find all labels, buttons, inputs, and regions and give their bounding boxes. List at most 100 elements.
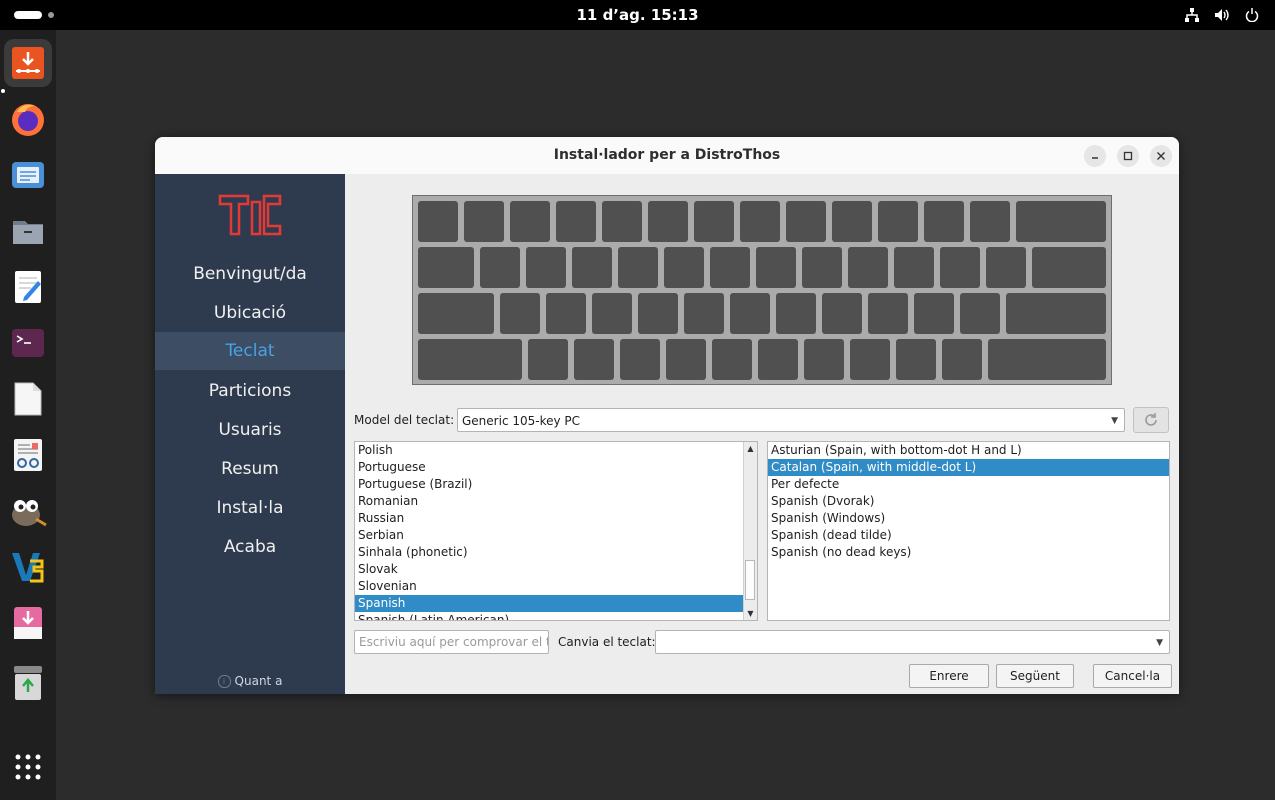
layout-item[interactable]: Romanian (355, 493, 757, 510)
keyboard-key (868, 293, 908, 334)
system-tray[interactable] (1183, 6, 1261, 24)
keyboard-key (648, 201, 688, 242)
keyboard-key (970, 201, 1010, 242)
installer-window: Instal·lador per a DistroThos Benvingut/… (155, 137, 1179, 694)
reset-model-button[interactable] (1133, 407, 1169, 433)
sidebar-item-users: Usuaris (218, 420, 282, 440)
layout-item[interactable]: Slovak (355, 561, 757, 578)
keyboard-key (776, 293, 816, 334)
variant-item[interactable]: Spanish (no dead keys) (768, 544, 1169, 561)
keyboard-page: Model del teclat: Generic 105-key PC ▼ P… (345, 174, 1179, 694)
variant-item[interactable]: Asturian (Spain, with bottom-dot H and L… (768, 442, 1169, 459)
keyboard-key (756, 247, 796, 288)
refresh-icon (1145, 413, 1157, 426)
vs-icon[interactable] (4, 543, 52, 591)
switch-keyboard-label: Canvia el teclat: (558, 635, 656, 649)
keyboard-key (832, 201, 872, 242)
keyboard-key (500, 293, 540, 334)
scroll-up-icon[interactable]: ▲ (744, 442, 757, 455)
keyboard-key (924, 201, 964, 242)
switch-keyboard-select[interactable]: ▼ (655, 630, 1170, 654)
layout-scrollbar[interactable]: ▲ ▼ (743, 442, 757, 620)
document-icon[interactable] (4, 375, 52, 423)
layout-item[interactable]: Serbian (355, 527, 757, 544)
mail-icon[interactable] (4, 151, 52, 199)
keyboard-test-input[interactable]: Escriviu aquí per comprovar el t... (354, 630, 549, 654)
dock (0, 30, 56, 800)
keyboard-key (894, 247, 934, 288)
keyboard-key (940, 247, 980, 288)
firefox-icon[interactable] (4, 95, 52, 143)
keyboard-key (822, 293, 862, 334)
trash-icon[interactable] (4, 659, 52, 707)
distro-logo (218, 192, 282, 242)
about-button[interactable]: i Quant a (155, 674, 345, 688)
keyboard-key (666, 339, 706, 380)
keyboard-key (510, 201, 550, 242)
layout-item[interactable]: Russian (355, 510, 757, 527)
keyboard-key (896, 339, 936, 380)
variant-item[interactable]: Per defecte (768, 476, 1169, 493)
close-button[interactable] (1150, 145, 1172, 167)
volume-icon[interactable] (1213, 6, 1231, 24)
keyboard-key (850, 339, 890, 380)
scroll-down-icon[interactable]: ▼ (744, 607, 757, 620)
sidebar-item-summary: Resum (221, 459, 279, 479)
installer-icon[interactable] (4, 39, 52, 87)
keyboard-key (464, 201, 504, 242)
gimp-icon[interactable] (4, 487, 52, 535)
keyboard-key (546, 293, 586, 334)
next-label: Següent (1010, 669, 1060, 683)
keyboard-key (848, 247, 888, 288)
variant-item[interactable]: Spanish (dead tilde) (768, 527, 1169, 544)
text-editor-icon[interactable] (4, 263, 52, 311)
layout-item[interactable]: Slovenian (355, 578, 757, 595)
keyboard-key (592, 293, 632, 334)
minimize-button[interactable] (1084, 145, 1106, 167)
layout-item[interactable]: Portuguese (Brazil) (355, 476, 757, 493)
cancel-button[interactable]: Cancel·la (1093, 664, 1172, 688)
layout-item[interactable]: Spanish (355, 595, 757, 612)
info-icon: i (217, 675, 231, 688)
keyboard-key (418, 293, 494, 334)
scroll-thumb[interactable] (745, 560, 755, 600)
terminal-icon[interactable] (4, 319, 52, 367)
keyboard-key (960, 293, 1000, 334)
layout-item[interactable]: Portuguese (355, 459, 757, 476)
app-grid-icon[interactable] (4, 743, 52, 791)
variant-item[interactable]: Spanish (Dvorak) (768, 493, 1169, 510)
keyboard-key (526, 247, 566, 288)
package-installer-icon[interactable] (4, 599, 52, 647)
maximize-button[interactable] (1117, 145, 1139, 167)
layout-item[interactable]: Sinhala (phonetic) (355, 544, 757, 561)
layout-list[interactable]: Polish Portuguese Portuguese (Brazil) Roman… (354, 441, 758, 621)
chevron-down-icon: ▼ (1156, 638, 1163, 648)
window-title: Instal·lador per a DistroThos (553, 147, 781, 163)
keyboard-key (712, 339, 752, 380)
keyboard-key (730, 293, 770, 334)
keyboard-model-select[interactable]: Generic 105-key PC ▼ (457, 408, 1125, 432)
layout-item[interactable]: Spanish (Latin American) (355, 612, 757, 620)
variant-item[interactable]: Catalan (Spain, with middle-dot L) (768, 459, 1169, 476)
keyboard-key (1032, 247, 1106, 288)
keyboard-key (710, 247, 750, 288)
title-bar[interactable]: Instal·lador per a DistroThos (155, 137, 1179, 174)
variant-list[interactable]: Asturian (Spain, with bottom-dot H and L… (767, 441, 1170, 621)
layout-item[interactable]: Polish (355, 442, 757, 459)
keyboard-key (418, 201, 458, 242)
variant-items: Asturian (Spain, with bottom-dot H and L… (768, 442, 1169, 561)
keyboard-key (618, 247, 658, 288)
reader-icon[interactable] (4, 431, 52, 479)
back-button[interactable]: Enrere (909, 664, 989, 688)
keyboard-key (528, 339, 568, 380)
power-icon[interactable] (1243, 6, 1261, 24)
next-button[interactable]: Següent (996, 664, 1074, 688)
clock[interactable]: 11 d’ag. 15:13 (0, 6, 1275, 24)
network-icon[interactable] (1183, 6, 1201, 24)
files-icon[interactable] (4, 207, 52, 255)
keyboard-key (942, 339, 982, 380)
keyboard-model-value: Generic 105-key PC (462, 414, 581, 428)
variant-item[interactable]: Spanish (Windows) (768, 510, 1169, 527)
keyboard-key (572, 247, 612, 288)
top-bar: 11 d’ag. 15:13 (0, 0, 1275, 30)
